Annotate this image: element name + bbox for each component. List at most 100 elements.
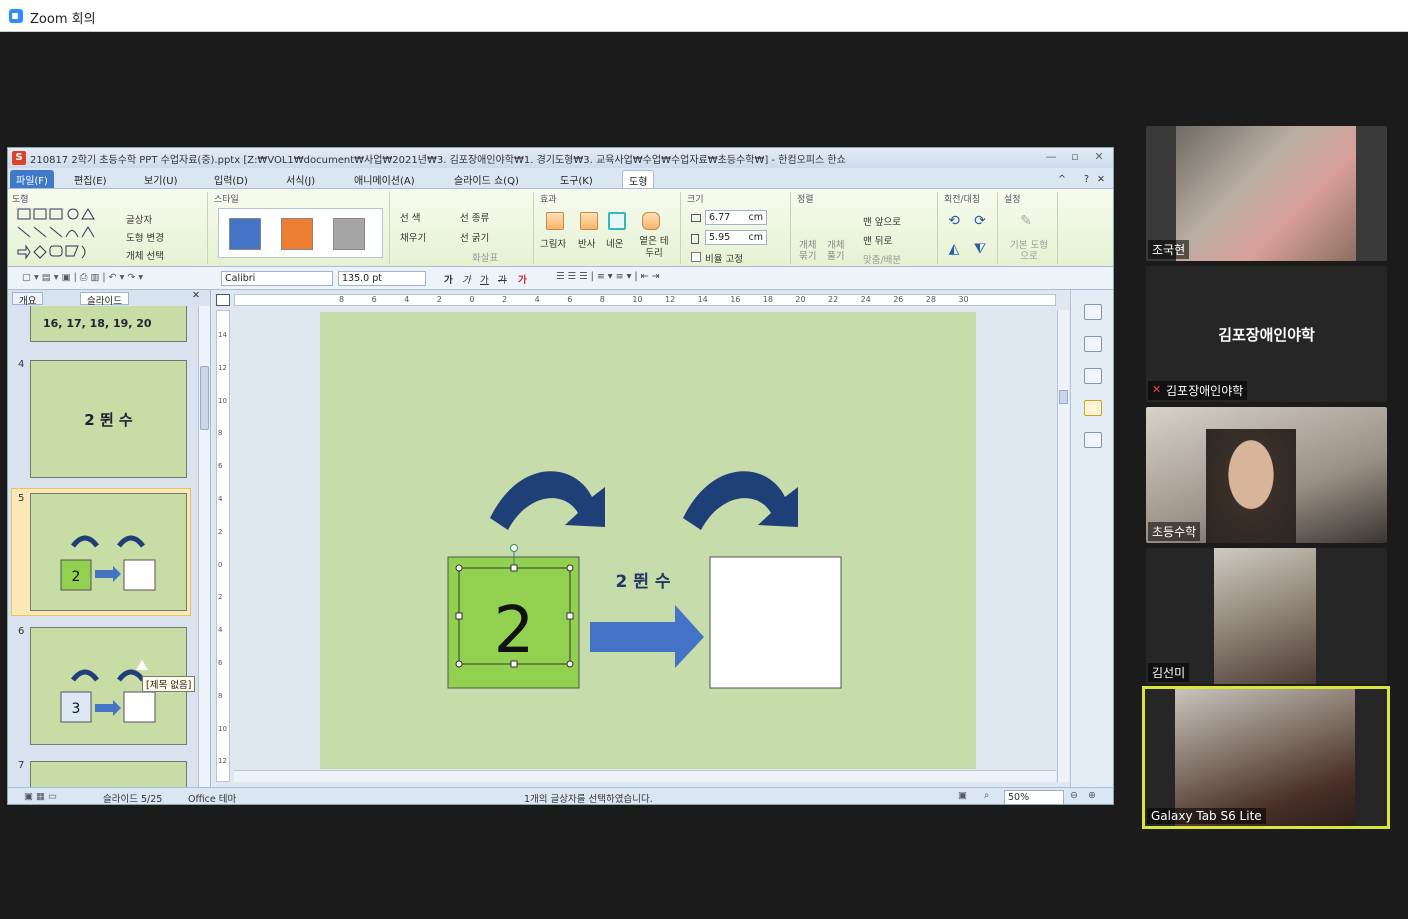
panel-close-icon[interactable]: ✕ — [192, 290, 200, 301]
menu-edit[interactable]: 편집(E) — [68, 170, 113, 188]
menu-view[interactable]: 보기(U) — [138, 170, 184, 188]
ribbon-collapse-button[interactable]: ^ — [1058, 174, 1066, 185]
soft-edge-label: 옅은 테두리 — [639, 236, 669, 259]
menu-format[interactable]: 서식(J) — [280, 170, 321, 188]
restore-button[interactable]: ▫ — [1068, 151, 1082, 163]
fit-view-icon[interactable]: ▣ — [958, 790, 967, 801]
rotate-handle[interactable] — [510, 544, 518, 552]
flip-horizontal-icon[interactable]: ◭ — [944, 240, 964, 258]
slides-scrollbar[interactable] — [198, 306, 210, 787]
ruler-tick-label: 22 — [828, 295, 839, 304]
italic-button[interactable]: 가 — [462, 272, 471, 286]
neon-icon[interactable] — [608, 212, 626, 230]
curved-arrow-2[interactable] — [683, 471, 798, 530]
zoom-in-icon[interactable]: ⊕ — [1088, 790, 1096, 801]
textbox-button[interactable]: 글상자 — [126, 212, 152, 226]
ungroup-object-button[interactable]: 개체 풀기 — [827, 240, 851, 262]
task-panel-icon-5[interactable] — [1084, 432, 1102, 448]
shape-change-button[interactable]: 도형 변경 — [126, 230, 164, 244]
rotate-left-icon[interactable]: ⟲ — [944, 212, 964, 230]
editor-vertical-scrollbar[interactable] — [1057, 310, 1069, 782]
participant-tile-3[interactable]: 초등수학 — [1146, 407, 1387, 543]
bold-button[interactable]: 가 — [444, 272, 453, 286]
default-shape-icon[interactable]: ✎ — [1016, 212, 1036, 230]
slide-thumb-7[interactable] — [30, 761, 187, 787]
tab-outline[interactable]: 개요 — [12, 292, 44, 307]
menu-slideshow[interactable]: 슬라이드 쇼(Q) — [448, 170, 525, 188]
zoom-out-icon[interactable]: ⊖ — [1070, 790, 1078, 801]
close-button[interactable]: ✕ — [1092, 151, 1106, 163]
participant-tile-1[interactable]: 조국현 — [1146, 126, 1387, 261]
style-swatch-gray[interactable] — [333, 218, 365, 250]
font-select[interactable]: Calibri — [221, 271, 333, 286]
curved-arrow-1[interactable] — [490, 471, 605, 530]
ribbon-group-style: 스타일 — [210, 192, 390, 264]
strike-button[interactable]: 가 — [498, 272, 507, 286]
doc-close-button[interactable]: ✕ — [1097, 174, 1105, 185]
menu-tools[interactable]: 도구(K) — [554, 170, 599, 188]
ruler-tick-label: 14 — [697, 295, 708, 304]
task-panel-icon-3[interactable] — [1084, 368, 1102, 384]
reflection-icon[interactable] — [580, 212, 598, 230]
status-slide: 슬라이드 5/25 — [103, 794, 163, 805]
participant-tile-5-active[interactable]: Galaxy Tab S6 Lite — [1142, 686, 1390, 829]
zoom-select[interactable]: 50% — [1004, 790, 1064, 804]
minimize-button[interactable]: — — [1044, 151, 1058, 163]
font-size-input[interactable]: 135.0 pt — [338, 271, 426, 286]
arrow-style-button[interactable]: 화살표 — [472, 250, 498, 264]
height-input[interactable]: 5.95 cm — [705, 230, 767, 245]
width-input[interactable]: 6.77 cm — [705, 210, 767, 225]
help-button[interactable]: ? — [1084, 174, 1089, 185]
line-color-button[interactable]: 선 색 — [400, 210, 421, 224]
underline-button[interactable]: 가 — [480, 272, 489, 286]
align-buttons-icon[interactable]: ☰ ☰ ☰ | ≡ ▾ ≡ ▾ | ⇤ ⇥ — [556, 271, 660, 282]
editor-horizontal-scrollbar[interactable] — [234, 770, 1056, 782]
slide-thumb-3[interactable]: 16, 17, 18, 19, 20 — [30, 306, 187, 342]
slide6-value: 3 — [72, 701, 81, 717]
slides-scroll-thumb[interactable] — [200, 366, 209, 430]
view-mode-icons[interactable]: ▣ ▦ ▭ — [24, 791, 57, 802]
right-arrow[interactable] — [590, 605, 704, 668]
bring-front-button[interactable]: 맨 앞으로 — [863, 214, 901, 228]
style-swatch-blue[interactable] — [229, 218, 261, 250]
task-panel-star-icon[interactable] — [1084, 400, 1102, 416]
rotate-right-icon[interactable]: ⟳ — [970, 212, 990, 230]
font-color-button[interactable]: 가 — [518, 272, 527, 286]
editor-scroll-thumb[interactable] — [1059, 390, 1068, 404]
menu-shape[interactable]: 도형 — [622, 170, 655, 188]
send-back-button[interactable]: 맨 뒤로 — [863, 233, 892, 247]
tab-stop-selector[interactable] — [216, 294, 230, 306]
style-gallery[interactable] — [218, 208, 383, 258]
shape-gallery-icon[interactable] — [16, 206, 116, 262]
status-message: 1개의 글상자를 선택하였습니다. — [524, 794, 653, 805]
task-panel-icon-2[interactable] — [1084, 336, 1102, 352]
menu-insert[interactable]: 입력(D) — [208, 170, 254, 188]
skip-count-label[interactable]: 2 뛴 수 — [616, 572, 671, 592]
participant-tile-4[interactable]: 김선미 — [1146, 548, 1387, 684]
menu-file[interactable]: 파일(F) — [10, 170, 54, 188]
shadow-icon[interactable] — [546, 212, 564, 230]
file-tools-icon[interactable]: ▢ ▾ ▤ ▾ ▣ | ⎙ ▥ | ↶ ▾ ↷ ▾ — [22, 272, 143, 283]
slide-thumb-5[interactable]: 2 — [30, 493, 187, 611]
flip-vertical-icon[interactable]: ⧨ — [970, 240, 990, 258]
group-label: 회전/대칭 — [944, 195, 981, 205]
object-select-button[interactable]: 개체 선택 — [126, 248, 164, 262]
slide-thumb-4[interactable]: 2 뛴 수 — [30, 360, 187, 478]
task-panel-icon-1[interactable] — [1084, 304, 1102, 320]
zoom-magnifier-icon[interactable]: ⌕ — [984, 790, 989, 801]
slide-canvas[interactable]: 2 2 뛴 수 — [320, 312, 976, 769]
menu-animation[interactable]: 애니메이션(A) — [348, 170, 421, 188]
fill-button[interactable]: 채우기 — [400, 230, 426, 244]
ratio-lock-checkbox[interactable] — [691, 252, 701, 262]
line-width-button[interactable]: 선 굵기 — [460, 230, 489, 244]
default-shape-button[interactable]: 기본 도형으로 — [1008, 240, 1050, 262]
align-button[interactable]: 맞춤/배분 — [863, 252, 901, 266]
group-object-button[interactable]: 개체 묶기 — [799, 240, 823, 262]
line-type-button[interactable]: 선 종류 — [460, 210, 489, 224]
soft-edge-icon[interactable] — [642, 212, 660, 230]
style-swatch-orange[interactable] — [281, 218, 313, 250]
participant-tile-2[interactable]: 김포장애인야학 ✕ 김포장애인야학 — [1146, 266, 1387, 402]
tab-slides[interactable]: 슬라이드 — [80, 292, 129, 307]
answer-box[interactable] — [709, 556, 842, 689]
height-icon — [691, 234, 699, 244]
